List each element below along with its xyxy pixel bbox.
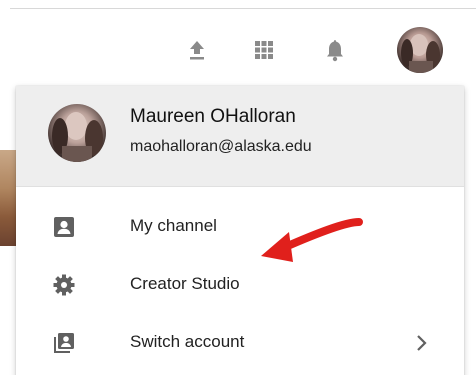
account-dropdown-menu: Maureen OHalloran maohalloran@alaska.edu… [16, 86, 464, 375]
video-thumbnail-edge [0, 150, 16, 246]
account-avatar [48, 104, 106, 162]
menu-item-label: My channel [130, 216, 217, 235]
notifications-icon[interactable] [321, 36, 349, 64]
gear-icon [51, 272, 77, 298]
apps-icon[interactable] [250, 36, 278, 64]
account-name: Maureen OHalloran [130, 106, 296, 127]
account-email: maohalloran@alaska.edu [130, 138, 312, 155]
chevron-right-icon [412, 332, 432, 354]
menu-item-my-channel[interactable]: My channel [16, 198, 464, 256]
upload-icon[interactable] [183, 36, 211, 64]
person-box-icon [51, 214, 77, 240]
top-divider [10, 8, 476, 9]
menu-item-creator-studio[interactable]: Creator Studio [16, 256, 464, 314]
menu-item-label: Creator Studio [130, 274, 240, 293]
menu-item-switch-account[interactable]: Switch account [16, 314, 464, 372]
menu-item-label: Switch account [130, 332, 245, 351]
account-avatar-button[interactable] [397, 27, 443, 73]
account-header: Maureen OHalloran maohalloran@alaska.edu [16, 86, 464, 187]
switch-account-icon [51, 330, 77, 356]
youtube-account-menu-screen: Maureen OHalloran maohalloran@alaska.edu… [0, 0, 476, 375]
annotation-arrow-icon [261, 218, 363, 262]
